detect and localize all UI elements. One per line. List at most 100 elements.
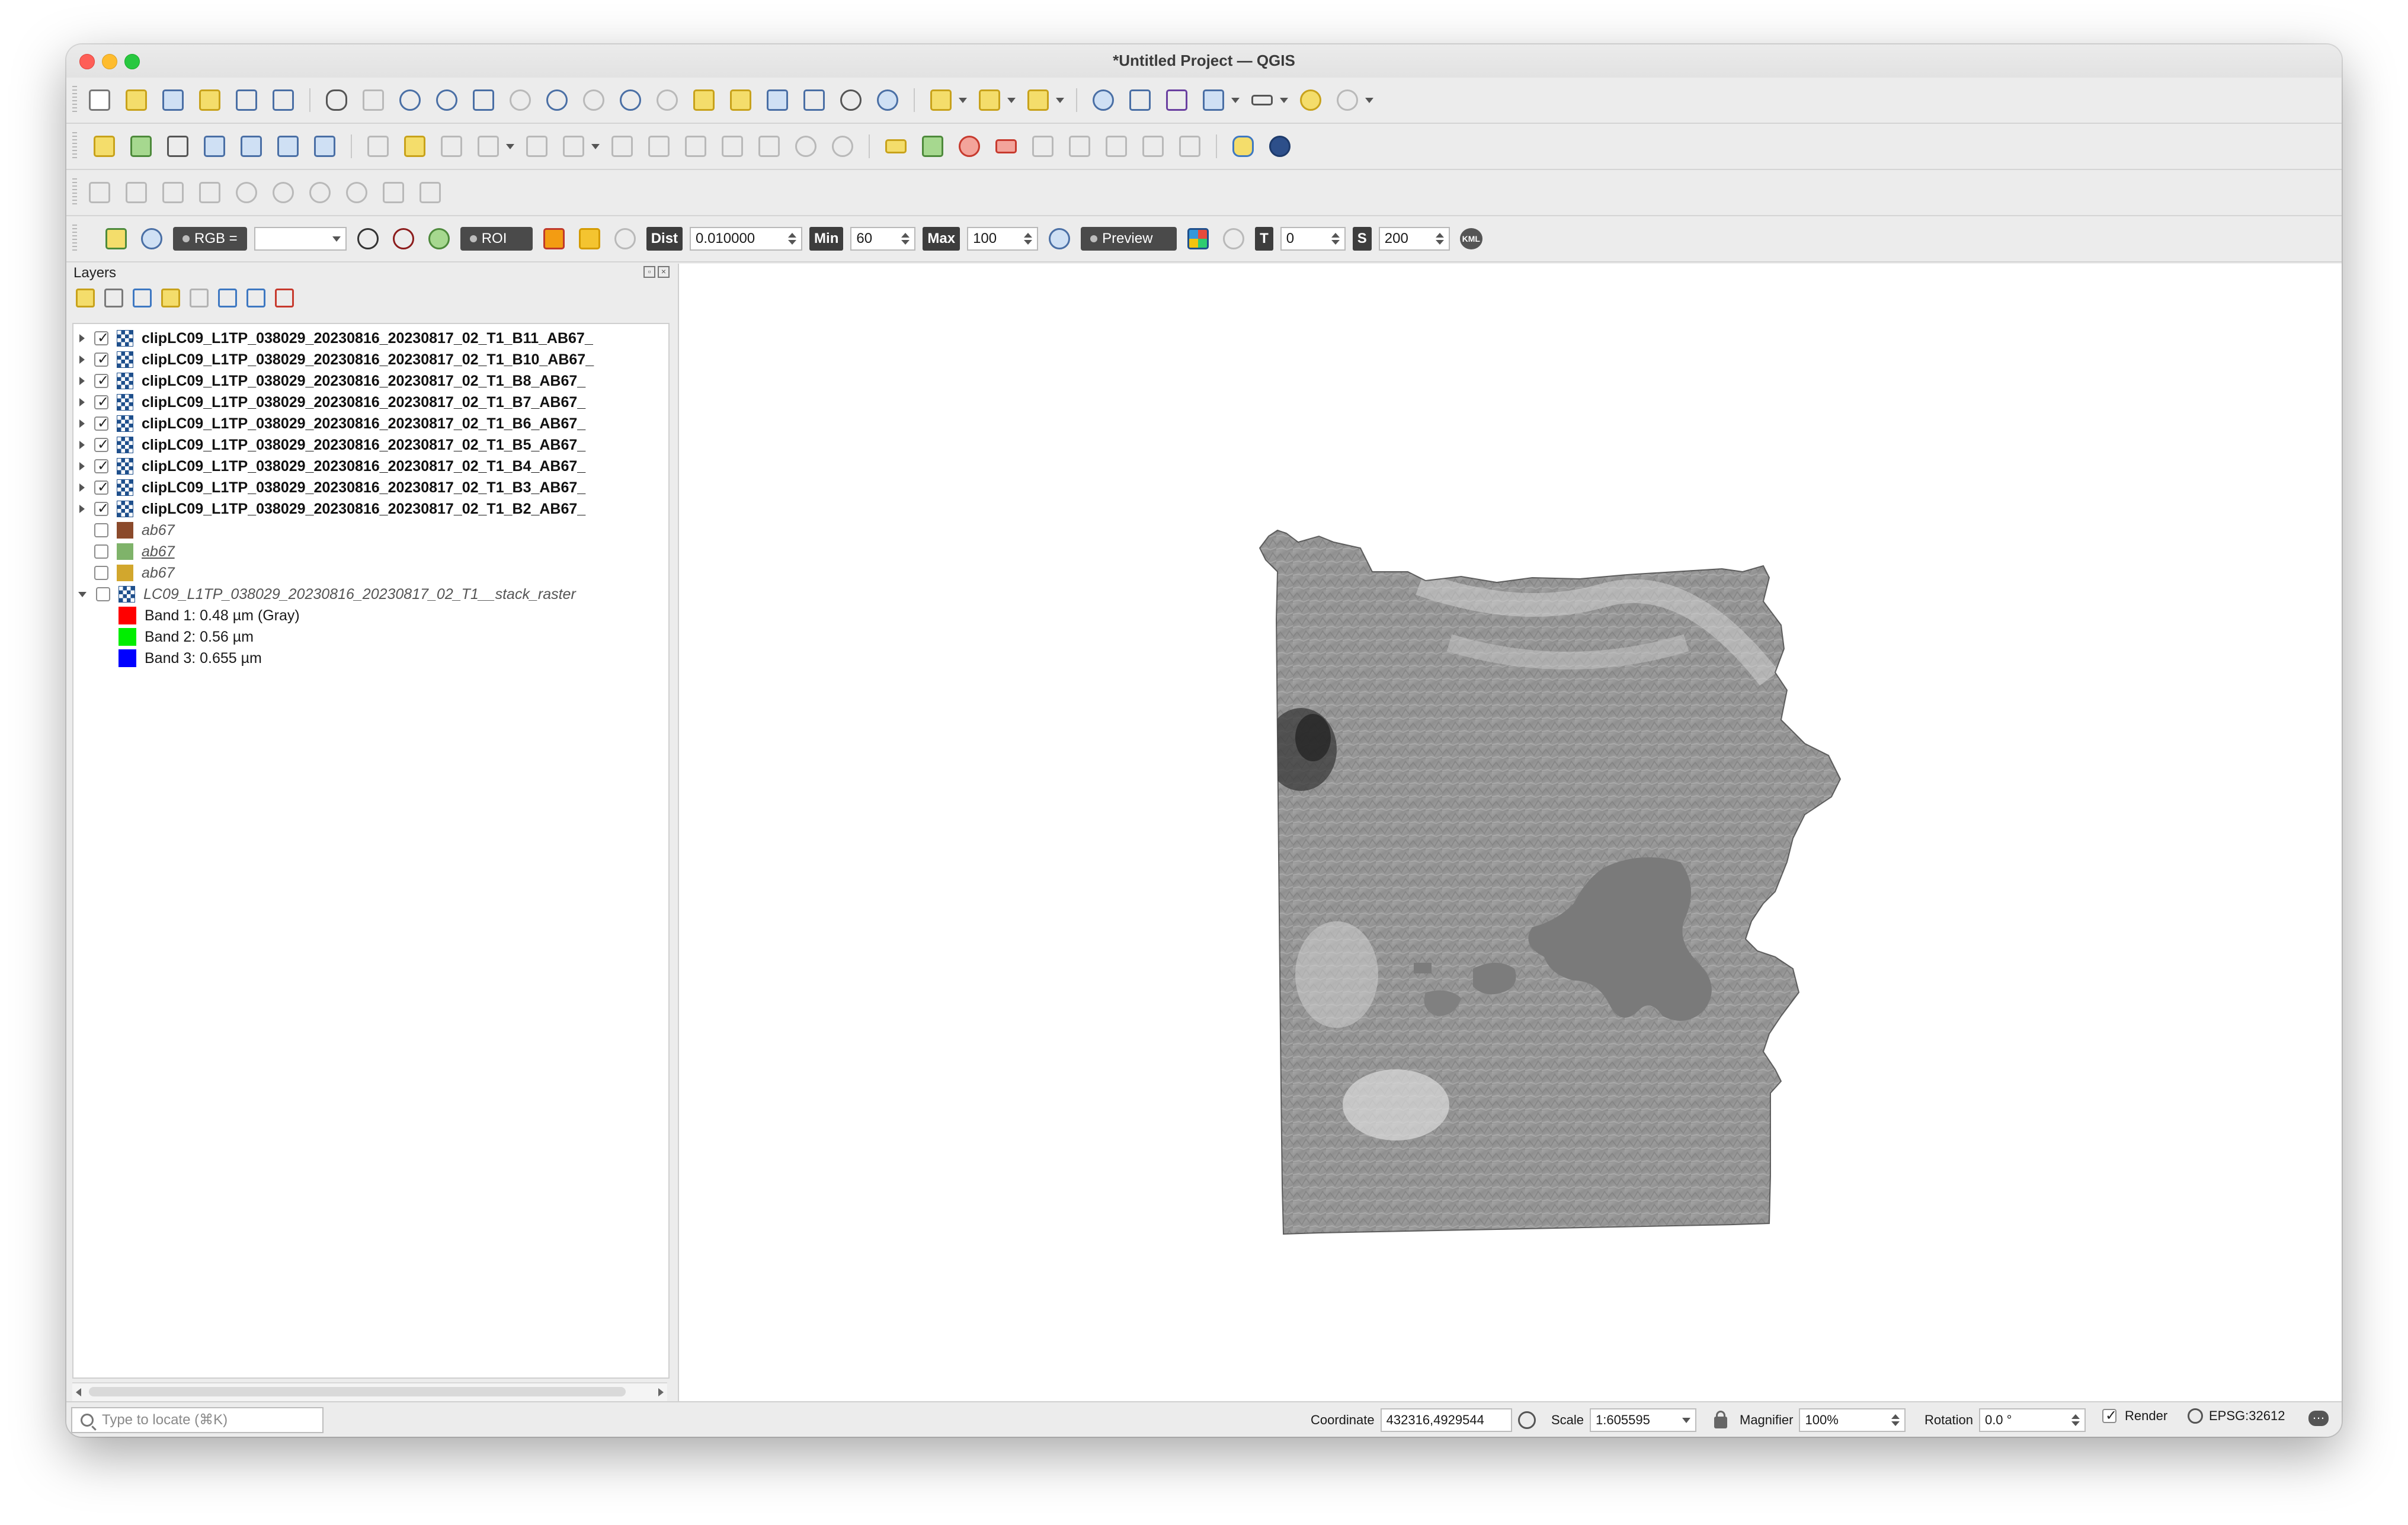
zoom-in-icon[interactable] bbox=[396, 86, 424, 114]
show-bookmarks-icon[interactable] bbox=[800, 86, 828, 114]
add-group-icon[interactable] bbox=[104, 289, 123, 307]
chevron-down-icon[interactable] bbox=[1056, 97, 1064, 103]
scroll-left-icon[interactable] bbox=[76, 1388, 81, 1396]
layer-row[interactable]: ab67 bbox=[73, 562, 666, 584]
decrease-gamma-icon[interactable] bbox=[416, 178, 444, 207]
layer-row[interactable]: clipLC09_L1TP_038029_20230816_20230817_0… bbox=[73, 456, 666, 477]
measure-line-icon[interactable] bbox=[1248, 86, 1276, 114]
undo-icon[interactable] bbox=[792, 132, 820, 161]
pin-labels-icon[interactable] bbox=[955, 132, 984, 161]
add-virtual-layer-icon[interactable] bbox=[310, 132, 339, 161]
label-properties-icon[interactable] bbox=[1176, 132, 1204, 161]
layer-row[interactable]: clipLC09_L1TP_038029_20230816_20230817_0… bbox=[73, 477, 666, 498]
redo-roi-icon[interactable] bbox=[611, 225, 639, 253]
modify-attributes-icon[interactable] bbox=[559, 132, 588, 161]
decrease-brightness-icon[interactable] bbox=[269, 178, 297, 207]
layer-diagram-icon[interactable] bbox=[918, 132, 947, 161]
vertex-tool-icon[interactable] bbox=[523, 132, 551, 161]
current-edits-icon[interactable] bbox=[364, 132, 392, 161]
expand-arrow-icon[interactable] bbox=[79, 441, 85, 449]
zoom-temp-roi-icon[interactable] bbox=[425, 225, 453, 253]
zoom-to-native-resolution-icon[interactable] bbox=[579, 86, 608, 114]
new-map-view-icon[interactable] bbox=[690, 86, 718, 114]
filter-by-expression-icon[interactable] bbox=[190, 289, 209, 307]
expand-all-icon[interactable] bbox=[218, 289, 237, 307]
new-geopackage-layer-icon[interactable] bbox=[127, 132, 155, 161]
roi-toggle[interactable]: ROI bbox=[460, 227, 533, 251]
preview-toggle[interactable]: Preview bbox=[1081, 227, 1177, 251]
layer-row[interactable]: clipLC09_L1TP_038029_20230816_20230817_0… bbox=[73, 370, 666, 392]
render-checkbox[interactable] bbox=[2102, 1407, 2117, 1424]
plugin-dock-icon[interactable] bbox=[102, 225, 130, 253]
move-label-icon[interactable] bbox=[1029, 132, 1057, 161]
expand-arrow-icon[interactable] bbox=[79, 505, 85, 513]
spinner-icon[interactable] bbox=[1331, 233, 1340, 245]
redo-icon[interactable] bbox=[828, 132, 857, 161]
locate-icon[interactable] bbox=[1333, 86, 1362, 114]
layout-manager-icon[interactable] bbox=[232, 86, 261, 114]
move-diagram-icon[interactable] bbox=[1139, 132, 1167, 161]
layer-row[interactable]: LC09_L1TP_038029_20230816_20230817_02_T1… bbox=[73, 584, 666, 605]
refresh-icon[interactable] bbox=[873, 86, 902, 114]
layer-row[interactable]: clipLC09_L1TP_038029_20230816_20230817_0… bbox=[73, 349, 666, 370]
increase-contrast-icon[interactable] bbox=[306, 178, 334, 207]
layer-tree-horizontal-scrollbar[interactable] bbox=[72, 1382, 667, 1401]
add-roi-icon[interactable] bbox=[575, 225, 604, 253]
zoom-input-image-icon[interactable] bbox=[137, 225, 166, 253]
toggle-editing-icon[interactable] bbox=[401, 132, 429, 161]
layer-visibility-checkbox[interactable] bbox=[94, 393, 109, 411]
pan-map-icon[interactable] bbox=[322, 86, 351, 114]
rgb-combo[interactable] bbox=[254, 227, 347, 251]
zoom-to-layer-icon[interactable] bbox=[543, 86, 571, 114]
layer-row[interactable]: clipLC09_L1TP_038029_20230816_20230817_0… bbox=[73, 434, 666, 456]
pan-to-selection-icon[interactable] bbox=[359, 86, 388, 114]
zoom-to-roi-icon[interactable] bbox=[389, 225, 418, 253]
local-cluster-icon[interactable] bbox=[354, 225, 382, 253]
chevron-down-icon[interactable] bbox=[1280, 97, 1288, 103]
copy-features-icon[interactable] bbox=[718, 132, 747, 161]
layer-row[interactable]: clipLC09_L1TP_038029_20230816_20230817_0… bbox=[73, 392, 666, 413]
new-3d-map-view-icon[interactable] bbox=[726, 86, 755, 114]
save-project-icon[interactable] bbox=[159, 86, 187, 114]
raster-calculator-icon[interactable] bbox=[122, 178, 150, 207]
crs-globe-icon[interactable] bbox=[2188, 1408, 2203, 1424]
scrollbar-thumb[interactable] bbox=[89, 1387, 626, 1396]
kml-icon[interactable]: KML bbox=[1457, 225, 1485, 253]
locator-bar[interactable] bbox=[71, 1407, 324, 1433]
layer-row[interactable]: clipLC09_L1TP_038029_20230816_20230817_0… bbox=[73, 413, 666, 434]
paste-features-icon[interactable] bbox=[755, 132, 783, 161]
select-features-icon[interactable] bbox=[927, 86, 955, 114]
spinner-icon[interactable] bbox=[1435, 233, 1444, 245]
select-by-value-icon[interactable] bbox=[975, 86, 1004, 114]
zoom-out-icon[interactable] bbox=[433, 86, 461, 114]
open-field-calculator-icon[interactable] bbox=[1199, 86, 1228, 114]
min-input[interactable]: 60 bbox=[850, 227, 916, 251]
open-layer-styling-icon[interactable] bbox=[76, 289, 95, 307]
chevron-down-icon[interactable] bbox=[591, 143, 600, 149]
toolbar-grip[interactable] bbox=[72, 225, 77, 253]
increase-gamma-icon[interactable] bbox=[379, 178, 408, 207]
add-raster-layer-icon[interactable] bbox=[274, 132, 302, 161]
lock-scale-icon[interactable] bbox=[1714, 1411, 1728, 1428]
new-print-layout-icon[interactable] bbox=[196, 86, 224, 114]
expand-arrow-icon[interactable] bbox=[79, 398, 85, 406]
toggle-extents-icon[interactable] bbox=[1517, 1411, 1536, 1429]
expand-arrow-icon[interactable] bbox=[79, 483, 85, 492]
toolbar-grip[interactable] bbox=[72, 86, 77, 114]
python-console-icon[interactable] bbox=[1229, 132, 1257, 161]
expand-arrow-icon[interactable] bbox=[79, 419, 85, 428]
increase-brightness-icon[interactable] bbox=[232, 178, 261, 207]
magnifier-input[interactable]: 100% bbox=[1799, 1408, 1906, 1432]
filter-legend-icon[interactable] bbox=[161, 289, 180, 307]
toolbar-grip[interactable] bbox=[72, 132, 77, 161]
align-rasters-icon[interactable] bbox=[85, 178, 114, 207]
new-project-icon[interactable] bbox=[85, 86, 114, 114]
show-hide-labels-icon[interactable] bbox=[992, 132, 1020, 161]
t-input[interactable]: 0 bbox=[1280, 227, 1346, 251]
chevron-down-icon[interactable] bbox=[1365, 97, 1373, 103]
deselect-features-icon[interactable] bbox=[1024, 86, 1052, 114]
style-manager-icon[interactable] bbox=[269, 86, 297, 114]
zoom-full-icon[interactable] bbox=[469, 86, 498, 114]
decrease-contrast-icon[interactable] bbox=[342, 178, 371, 207]
chevron-down-icon[interactable] bbox=[506, 143, 514, 149]
